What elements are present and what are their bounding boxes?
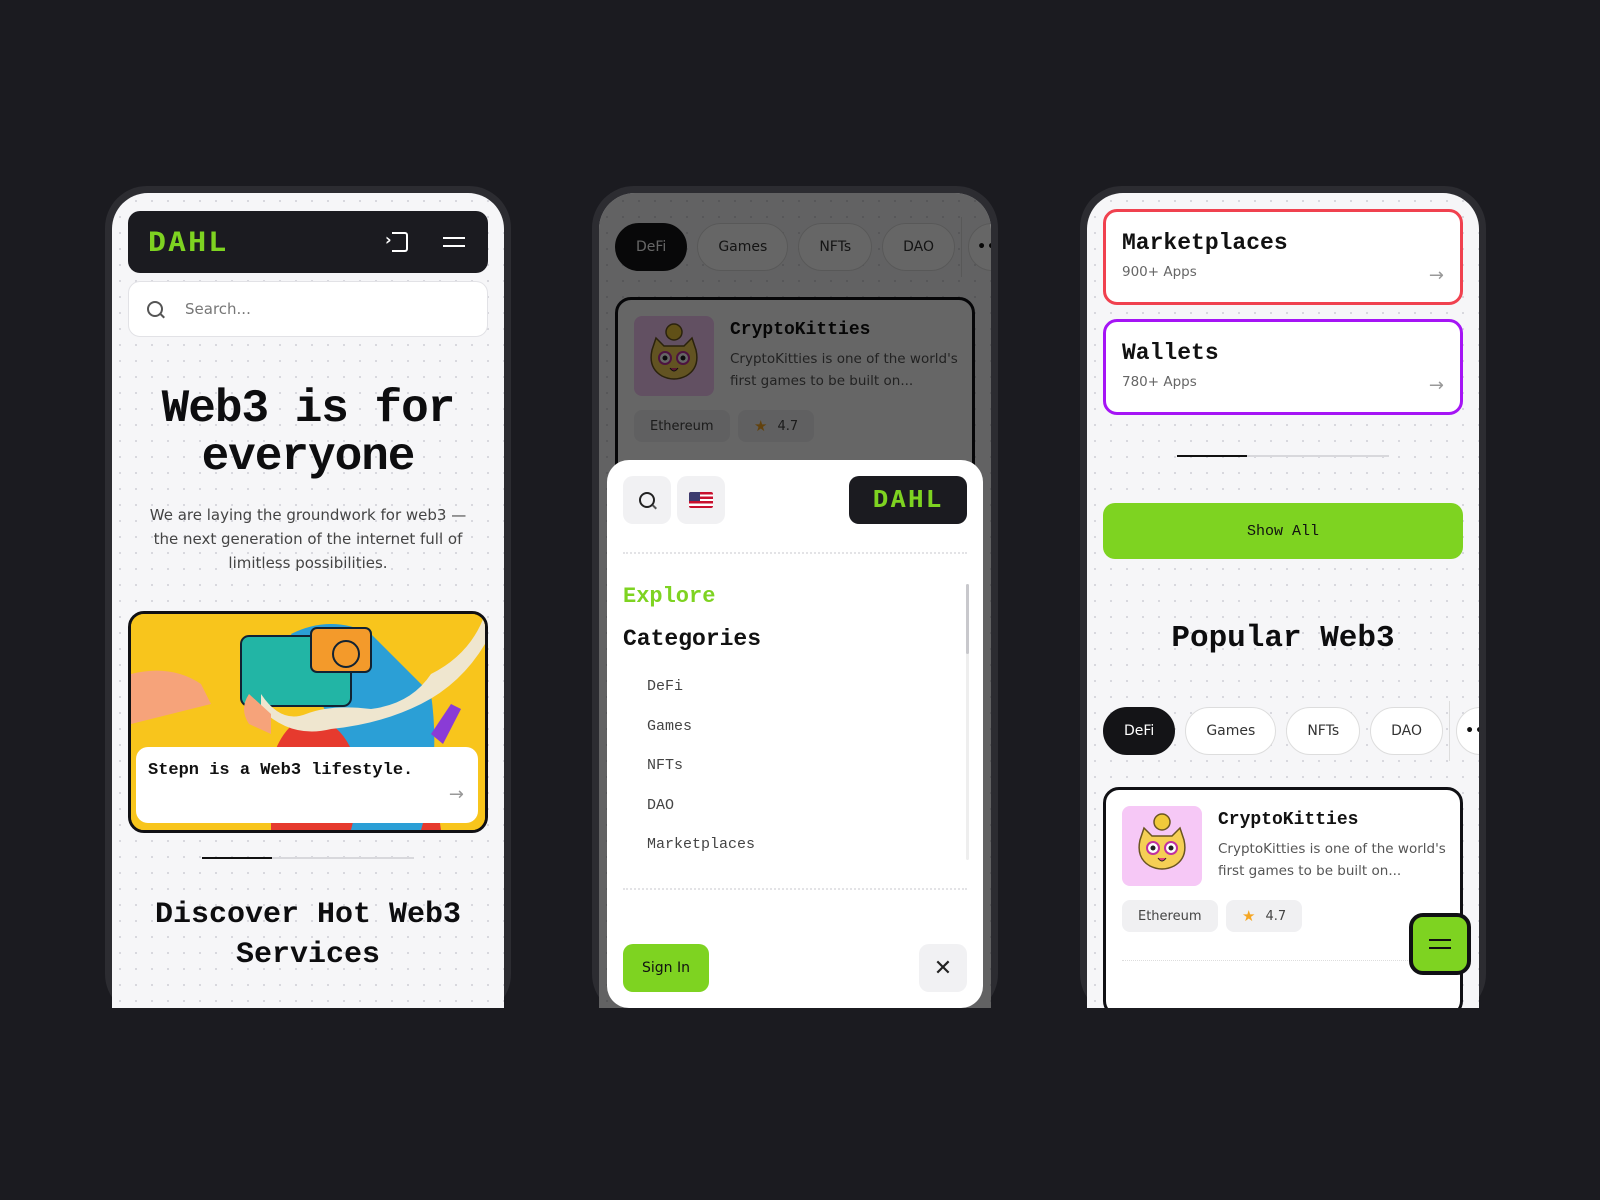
category-item-defi[interactable]: DeFi [647,678,755,718]
feature-card[interactable]: Stepn is a Web3 lifestyle. → [128,611,488,833]
search-bar [128,281,488,337]
divider [1122,960,1444,961]
carousel-progress-fill [202,857,272,859]
scrollbar[interactable] [966,584,969,860]
menu-screen: DeFi Games NFTs DAO ••• CryptoKitties [599,193,991,1016]
category-count: 900+ Apps [1122,264,1197,280]
scrollbar-thumb[interactable] [966,584,969,654]
close-icon: ✕ [933,955,953,981]
feature-caption: Stepn is a Web3 lifestyle. → [136,747,478,823]
divider [623,888,967,890]
sign-in-button[interactable]: Sign In [623,944,709,992]
hamburger-icon [1429,939,1451,949]
categories-screen: Marketplaces 900+ Apps → Wallets 780+ Ap… [1087,193,1479,1016]
category-item-nfts[interactable]: NFTs [647,757,755,797]
app-name: CryptoKitties [1218,810,1359,830]
more-chips-button[interactable]: ••• [1456,707,1479,755]
search-input[interactable] [185,300,469,318]
chip-games[interactable]: Games [1185,707,1277,755]
arrow-right-icon: → [1428,265,1444,286]
home-screen: DAHL Web3 is for everyone We are laying … [112,193,504,1016]
rating-tag: ★ 4.7 [1226,900,1303,932]
divider [623,552,967,554]
hamburger-icon [443,237,465,247]
page-background [0,1008,1600,1200]
category-name: Wallets [1122,340,1219,366]
floating-menu-button[interactable] [1409,913,1471,975]
arrow-right-icon: → [1428,375,1444,396]
chain-tag: Ethereum [1122,900,1218,932]
category-item-dao[interactable]: DAO [647,797,755,837]
app-description: CryptoKitties is one of the world's firs… [1218,841,1446,879]
chip-defi[interactable]: DeFi [1103,707,1176,755]
category-card-marketplaces[interactable]: Marketplaces 900+ Apps → [1103,209,1463,305]
language-button[interactable] [677,476,725,524]
logo-text: DAHL [872,486,944,514]
login-icon [385,230,408,252]
section-title: Popular Web3 [1171,621,1395,656]
arrow-right-icon[interactable]: → [449,784,464,805]
close-button[interactable]: ✕ [919,944,967,992]
chip-dao[interactable]: DAO [1370,707,1444,755]
nav-drawer: DAHL Explore Categories DeFi Games NFTs … [607,460,983,1008]
us-flag-icon [689,492,713,508]
chip-divider [1449,701,1451,761]
top-navbar: DAHL [128,211,488,273]
section-title: Discover Hot Web3 Services [154,898,462,972]
feature-caption-text: Stepn is a Web3 lifestyle. [148,761,414,780]
menu-button[interactable] [440,228,468,256]
rating-value: 4.7 [1265,908,1287,924]
category-count: 780+ Apps [1122,374,1197,390]
star-icon: ★ [1242,907,1256,925]
login-button[interactable] [385,228,414,256]
search-icon [639,492,655,508]
carousel-progress-fill [1177,455,1247,457]
chip-nfts[interactable]: NFTs [1286,707,1361,755]
phone-categories: Marketplaces 900+ Apps → Wallets 780+ Ap… [1080,186,1486,1016]
category-card-wallets[interactable]: Wallets 780+ Apps → [1103,319,1463,415]
phone-menu: DeFi Games NFTs DAO ••• CryptoKitties [592,186,998,1016]
carousel-progress [1177,455,1389,457]
app-card[interactable]: CryptoKitties CryptoKitties is one of th… [1103,787,1463,1016]
cryptokitty-icon [1138,813,1186,870]
drawer-logo[interactable]: DAHL [849,476,967,524]
categories-heading: Categories [623,626,762,652]
hero-subtitle: We are laying the groundwork for web3 — … [149,506,467,572]
category-item-games[interactable]: Games [647,718,755,758]
show-all-button[interactable]: Show All [1103,503,1463,559]
logo[interactable]: DAHL [148,226,228,258]
category-chips: DeFi Games NFTs DAO ••• [1103,701,1479,761]
app-thumbnail [1122,806,1202,886]
category-list: DeFi Games NFTs DAO Marketplaces [647,678,755,876]
carousel-progress [202,857,414,859]
phone-home: DAHL Web3 is for everyone We are laying … [105,186,511,1016]
category-name: Marketplaces [1122,230,1288,256]
search-icon [147,301,163,317]
drawer-search-button[interactable] [623,476,671,524]
hero-title: Web3 is for everyone [161,383,456,483]
explore-link[interactable]: Explore [623,584,715,609]
category-item-marketplaces[interactable]: Marketplaces [647,836,755,876]
